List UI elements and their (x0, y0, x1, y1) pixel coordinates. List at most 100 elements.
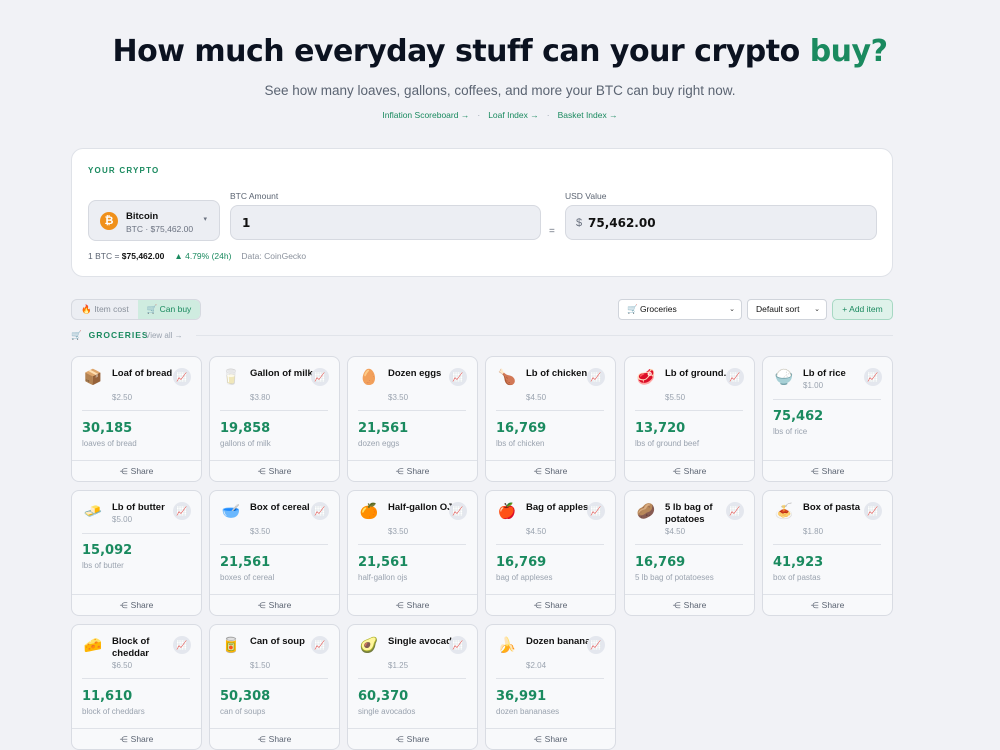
chart-icon[interactable]: 📈 (311, 368, 329, 386)
item-card[interactable]: 🥑 Single avocado $1.25 📈 60,370 single avocad… (347, 624, 478, 750)
item-icon: 🍊 (359, 503, 379, 520)
chart-icon[interactable]: 📈 (864, 502, 882, 520)
item-count: 15,092 (82, 543, 133, 558)
share-button[interactable]: ⋲ Share (348, 460, 477, 481)
item-price: $4.50 (526, 527, 547, 536)
item-count: 60,370 (358, 689, 409, 704)
chart-icon[interactable]: 📈 (726, 502, 744, 520)
share-label: Share (406, 600, 430, 610)
tab-can-buy[interactable]: 🛒 Can buy (138, 300, 200, 319)
share-button[interactable]: ⋲ Share (348, 728, 477, 749)
item-price: $4.50 (526, 393, 547, 402)
share-button[interactable]: ⋲ Share (210, 728, 339, 749)
item-card[interactable]: 🍝 Box of pasta $1.80 📈 41,923 box of pastas ⋲ S… (762, 490, 893, 616)
inflation-scoreboard-link[interactable]: Inflation Scoreboard → (382, 110, 469, 120)
share-icon: ⋲ (533, 601, 542, 610)
item-card[interactable]: 🥔 5 lb bag of potatoes $4.50 📈 16,769 5 lb ba… (624, 490, 755, 616)
item-card[interactable]: 🍚 Lb of rice $1.00 📈 75,462 lbs of rice ⋲ Share (762, 356, 893, 482)
share-button[interactable]: ⋲ Share (486, 594, 615, 615)
basket-index-link[interactable]: Basket Index → (558, 110, 618, 120)
item-card[interactable]: 🥣 Box of cereal $3.50 📈 21,561 boxes of cerea… (209, 490, 340, 616)
btc-amount-value: 1 (242, 216, 251, 230)
item-count: 21,561 (358, 421, 409, 436)
item-card[interactable]: 🥛 Gallon of milk $3.80 📈 19,858 gallons of mi… (209, 356, 340, 482)
view-all-link[interactable]: View all → (145, 331, 183, 340)
btc-amount-input[interactable]: 1 (230, 205, 541, 240)
item-price: $5.50 (665, 393, 686, 402)
chart-icon[interactable]: 📈 (449, 502, 467, 520)
add-item-button[interactable]: + Add item (832, 299, 893, 320)
coin-name: Bitcoin (126, 211, 159, 222)
share-button[interactable]: ⋲ Share (72, 460, 201, 481)
coin-select[interactable]: ₿ Bitcoin BTC · $75,462.00 ▾ (88, 200, 220, 241)
usd-value: 75,462.00 (588, 216, 656, 230)
share-button[interactable]: ⋲ Share (72, 728, 201, 749)
share-icon: ⋲ (119, 467, 128, 476)
card-divider (82, 678, 190, 679)
chart-icon[interactable]: 📈 (449, 368, 467, 386)
link-separator: · (477, 110, 481, 120)
link-separator: · (546, 110, 550, 120)
item-card[interactable]: 🧈 Lb of butter $5.00 📈 15,092 lbs of butter ⋲ S… (71, 490, 202, 616)
section-divider (196, 335, 893, 336)
item-card[interactable]: 🧀 Block of cheddar $6.50 📈 11,610 block of ch… (71, 624, 202, 750)
share-icon: ⋲ (810, 467, 819, 476)
chart-icon[interactable]: 📈 (311, 636, 329, 654)
chart-icon[interactable]: 📈 (864, 368, 882, 386)
sort-select-value: Default sort (756, 304, 800, 314)
usd-value-input[interactable]: $ 75,462.00 (565, 205, 877, 240)
item-card[interactable]: 🥩 Lb of ground... $5.50 📈 13,720 lbs of groun… (624, 356, 755, 482)
tab-item-cost[interactable]: 🔥 Item cost (72, 300, 138, 319)
share-button[interactable]: ⋲ Share (625, 460, 754, 481)
share-button[interactable]: ⋲ Share (486, 728, 615, 749)
share-button[interactable]: ⋲ Share (763, 594, 892, 615)
share-icon: ⋲ (672, 601, 681, 610)
item-card[interactable]: 🍌 Dozen bananas $2.04 📈 36,991 dozen bananase… (485, 624, 616, 750)
chevron-down-icon: ⌄ (729, 306, 735, 313)
share-label: Share (544, 734, 568, 744)
item-card[interactable]: 📦 Loaf of bread $2.50 📈 30,185 loaves of brea… (71, 356, 202, 482)
item-price: $4.50 (665, 527, 686, 536)
share-label: Share (130, 600, 154, 610)
chart-icon[interactable]: 📈 (587, 368, 605, 386)
price-change: ▲ 4.79% (24h) (174, 251, 232, 261)
share-icon: ⋲ (533, 467, 542, 476)
section-title-text: GROCERIES (88, 330, 149, 340)
loaf-index-link[interactable]: Loaf Index → (488, 110, 539, 120)
item-price: $2.50 (112, 393, 133, 402)
chart-icon[interactable]: 📈 (173, 368, 191, 386)
chart-icon[interactable]: 📈 (726, 368, 744, 386)
share-label: Share (268, 466, 292, 476)
share-button[interactable]: ⋲ Share (625, 594, 754, 615)
item-unit: 5 lb bag of potatoeses (635, 573, 714, 582)
chart-icon[interactable]: 📈 (311, 502, 329, 520)
share-button[interactable]: ⋲ Share (210, 594, 339, 615)
category-select[interactable]: 🛒 Groceries ⌄ (618, 299, 742, 320)
item-unit: bag of appleses (496, 573, 553, 582)
item-icon: 🥩 (636, 369, 656, 386)
item-card[interactable]: 🍊 Half-gallon OJ $3.50 📈 21,561 half-gallon o… (347, 490, 478, 616)
chart-icon[interactable]: 📈 (587, 636, 605, 654)
chart-icon[interactable]: 📈 (173, 636, 191, 654)
chart-icon[interactable]: 📈 (173, 502, 191, 520)
item-unit: dozen bananases (496, 707, 560, 716)
share-button[interactable]: ⋲ Share (210, 460, 339, 481)
share-button[interactable]: ⋲ Share (348, 594, 477, 615)
chart-icon[interactable]: 📈 (449, 636, 467, 654)
share-button[interactable]: ⋲ Share (72, 594, 201, 615)
item-unit: block of cheddars (82, 707, 145, 716)
item-price: $1.50 (250, 661, 271, 670)
share-button[interactable]: ⋲ Share (763, 460, 892, 481)
share-button[interactable]: ⋲ Share (486, 460, 615, 481)
item-card[interactable]: 🥚 Dozen eggs $3.50 📈 21,561 dozen eggs ⋲ Share (347, 356, 478, 482)
item-card[interactable]: 🍎 Bag of apples $4.50 📈 16,769 bag of applese… (485, 490, 616, 616)
share-icon: ⋲ (257, 601, 266, 610)
sort-select[interactable]: Default sort ⌄ (747, 299, 827, 320)
item-unit: gallons of milk (220, 439, 271, 448)
item-icon: 🍎 (497, 503, 517, 520)
chart-icon[interactable]: 📈 (587, 502, 605, 520)
item-card[interactable]: 🍗 Lb of chicken $4.50 📈 16,769 lbs of chicken… (485, 356, 616, 482)
card-divider (220, 544, 328, 545)
page-title-main: How much everyday stuff can your crypto (112, 34, 801, 69)
item-card[interactable]: 🥫 Can of soup $1.50 📈 50,308 can of soups ⋲ Sha… (209, 624, 340, 750)
